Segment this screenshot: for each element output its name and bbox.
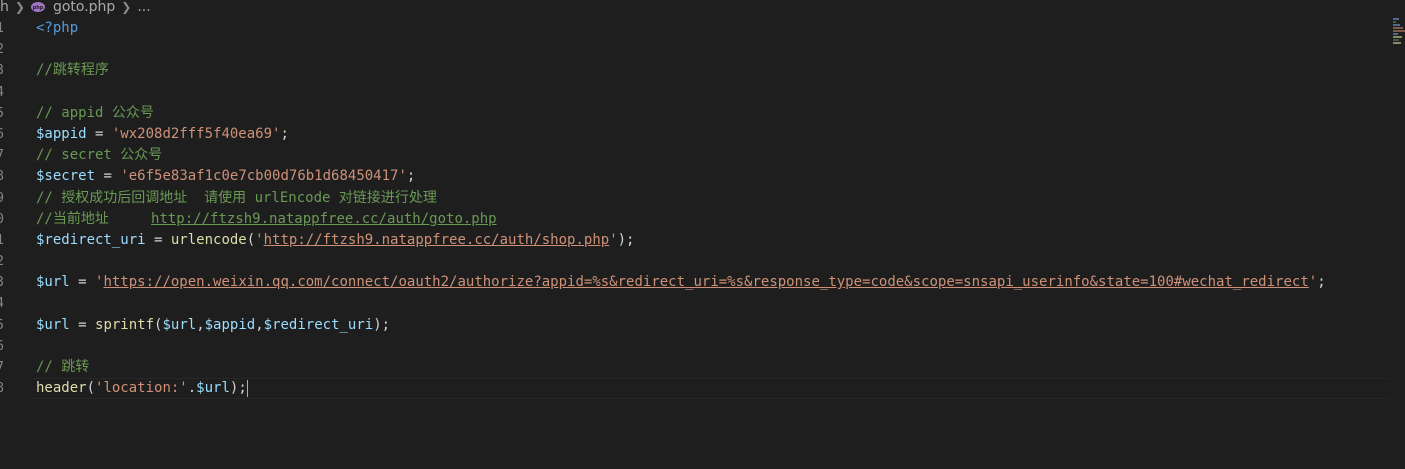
code-line[interactable]: // appid 公众号 — [36, 103, 1385, 124]
code-line[interactable]: $redirect_uri = urlencode('http://ftzsh9… — [36, 230, 1385, 251]
breadcrumb-file[interactable]: goto.php — [53, 0, 115, 14]
chevron-right-icon: ❯ — [121, 0, 132, 14]
variable: $redirect_uri — [263, 316, 374, 333]
line-number: 8 — [0, 381, 4, 397]
line-number: 3 — [0, 63, 4, 79]
operator: . — [187, 380, 197, 397]
variable: $appid — [204, 316, 256, 333]
string-literal: 'wx208d2fff5f40ea69' — [111, 125, 281, 142]
minimap[interactable] — [1393, 18, 1405, 58]
code-line[interactable]: // 跳转 — [36, 357, 1385, 378]
line-number: 2 — [0, 42, 4, 58]
operator: = — [69, 274, 96, 291]
comment: // 跳转 — [36, 359, 90, 375]
punctuation: ; — [1317, 274, 1326, 291]
code-line[interactable]: $secret = 'e6f5e83af1c0e7cb00d76b1d68450… — [36, 166, 1385, 187]
function-name: urlencode — [170, 231, 247, 248]
string-link[interactable]: http://ftzsh9.natappfree.cc/auth/shop.ph… — [264, 232, 610, 248]
svg-text:php: php — [33, 5, 44, 11]
string-quote: ' — [1308, 274, 1318, 291]
code-line[interactable]: $url = sprintf($url,$appid,$redirect_uri… — [36, 315, 1385, 336]
code-line[interactable]: $appid = 'wx208d2fff5f40ea69'; — [36, 124, 1385, 145]
comment: // 授权成功后回调地址 请使用 urlEncode 对链接进行处理 — [36, 189, 437, 206]
operator: = — [86, 125, 112, 142]
function-name: sprintf — [95, 316, 155, 333]
punctuation: , — [255, 316, 264, 333]
variable: $redirect_uri — [36, 231, 146, 248]
current-code-line[interactable]: header('location:'.$url); — [34, 378, 1389, 400]
string-quote: ' — [609, 231, 618, 248]
line-number: 7 — [0, 148, 4, 164]
code-line[interactable]: //跳转程序 — [36, 60, 1385, 81]
code-line[interactable]: // 授权成功后回调地址 请使用 urlEncode 对链接进行处理 — [36, 188, 1385, 209]
line-number: 8 — [0, 169, 4, 185]
line-number: 4 — [0, 296, 4, 312]
variable: $secret — [36, 168, 96, 185]
line-number-gutter: 1 2 3 4 5 6 7 8 9 0 1 2 3 4 5 6 7 8 — [0, 18, 10, 399]
breadcrumb-folder[interactable]: h — [0, 0, 9, 14]
punctuation: ); — [373, 316, 391, 333]
comment: // secret 公众号 — [36, 147, 163, 164]
code-line[interactable]: //当前地址 http://ftzsh9.natappfree.cc/auth/… — [36, 209, 1385, 230]
string-link[interactable]: https://open.weixin.qq.com/connect/oauth… — [103, 274, 1308, 290]
php-open-tag: <?php — [36, 20, 79, 36]
variable: $url — [196, 380, 230, 397]
variable: $url — [162, 316, 197, 333]
php-file-icon: php — [30, 2, 45, 12]
code-line[interactable] — [36, 336, 1385, 357]
line-number: 6 — [0, 126, 4, 142]
punctuation: ); — [617, 231, 635, 248]
line-number: 6 — [0, 338, 4, 354]
variable: $url — [36, 316, 70, 333]
function-name: header — [36, 380, 87, 397]
code-editor[interactable]: h ❯ php goto.php ❯ ... 1 2 3 4 5 6 7 8 9… — [0, 0, 1405, 469]
comment: //当前地址 — [36, 210, 152, 227]
punctuation: ; — [406, 168, 416, 185]
punctuation: ); — [229, 380, 247, 397]
punctuation: ; — [280, 125, 289, 142]
breadcrumb-more[interactable]: ... — [137, 0, 150, 14]
line-number: 7 — [0, 360, 4, 375]
line-number: 2 — [0, 254, 4, 270]
line-number: 5 — [0, 105, 4, 121]
line-number: 1 — [0, 21, 4, 36]
string-literal: 'e6f5e83af1c0e7cb00d76b1d68450417' — [120, 168, 407, 185]
operator: = — [69, 316, 96, 333]
line-number: 4 — [0, 84, 4, 100]
operator: = — [145, 231, 171, 248]
code-line[interactable] — [36, 39, 1385, 60]
line-number: 9 — [0, 190, 4, 206]
comment: // appid 公众号 — [36, 104, 154, 121]
comment: //跳转程序 — [36, 62, 109, 79]
code-line[interactable] — [36, 82, 1385, 103]
variable: $appid — [36, 125, 87, 142]
code-line[interactable]: // secret 公众号 — [36, 145, 1385, 166]
variable: $url — [36, 274, 70, 291]
code-line[interactable] — [36, 251, 1385, 272]
code-line[interactable]: <?php — [36, 18, 1385, 39]
punctuation: ( — [86, 380, 96, 397]
line-number: 5 — [0, 317, 4, 333]
line-number: 1 — [0, 232, 4, 248]
line-number: 3 — [0, 275, 4, 291]
punctuation: , — [196, 316, 205, 333]
chevron-right-icon: ❯ — [14, 0, 25, 14]
string-quote: ' — [255, 231, 264, 248]
code-line[interactable]: $url = 'https://open.weixin.qq.com/conne… — [36, 272, 1385, 293]
code-line[interactable] — [36, 293, 1385, 314]
line-number: 0 — [0, 211, 4, 227]
comment-link[interactable]: http://ftzsh9.natappfree.cc/auth/goto.ph… — [151, 211, 497, 227]
breadcrumb: h ❯ php goto.php ❯ ... — [0, 0, 151, 14]
string-literal: 'location:' — [95, 380, 188, 397]
code-area[interactable]: <?php //跳转程序 // appid 公众号 $appid = 'wx20… — [34, 18, 1389, 400]
operator: = — [95, 168, 121, 185]
text-cursor — [246, 379, 248, 397]
punctuation: ( — [246, 231, 256, 248]
